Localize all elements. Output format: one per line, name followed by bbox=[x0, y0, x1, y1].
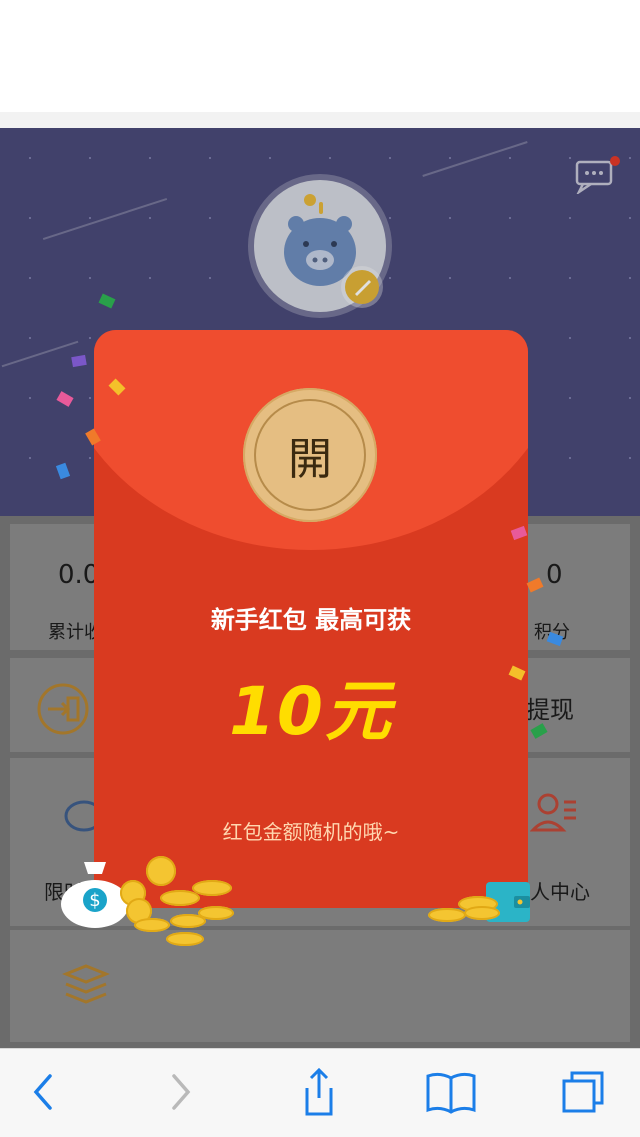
coin-icon bbox=[464, 906, 500, 920]
back-button[interactable] bbox=[12, 1062, 74, 1122]
open-packet-label: 開 bbox=[254, 399, 366, 511]
share-button[interactable] bbox=[288, 1062, 350, 1122]
packet-amount: 10元 bbox=[229, 673, 393, 750]
coin-icon bbox=[146, 856, 176, 886]
chevron-left-icon bbox=[33, 1074, 52, 1110]
bookmarks-button[interactable] bbox=[420, 1062, 482, 1122]
book-icon bbox=[426, 1072, 476, 1114]
packet-headline: 新手红包 最高可获 bbox=[210, 606, 412, 634]
tabs-button[interactable] bbox=[552, 1062, 614, 1122]
coin-icon bbox=[170, 914, 206, 928]
browser-url-strip bbox=[0, 112, 640, 128]
open-packet-button[interactable]: 開 bbox=[243, 388, 377, 522]
packet-note: 红包金额随机的哦~ bbox=[222, 820, 400, 844]
coin-icon bbox=[160, 890, 200, 906]
coin-icon bbox=[428, 908, 466, 922]
forward-button[interactable] bbox=[150, 1062, 212, 1122]
share-icon bbox=[305, 1067, 333, 1116]
chevron-right-icon bbox=[172, 1074, 191, 1110]
coin-icon bbox=[134, 918, 170, 932]
coin-icon bbox=[192, 880, 232, 896]
svg-text:$: $ bbox=[89, 890, 100, 911]
browser-top-area bbox=[0, 0, 640, 112]
coin-icon bbox=[166, 932, 204, 946]
tabs-icon bbox=[562, 1071, 604, 1113]
